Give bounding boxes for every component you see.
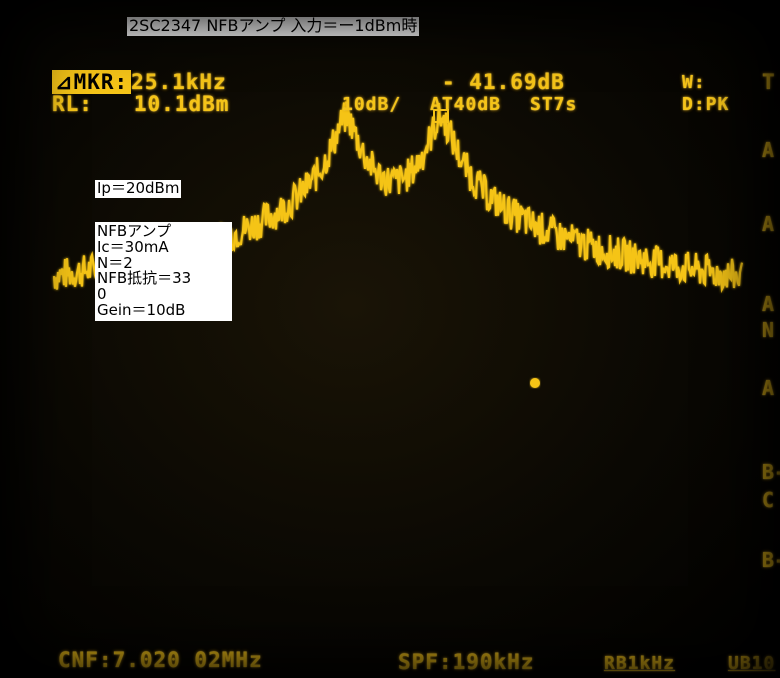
note-line: Gein＝10dB	[97, 300, 186, 319]
span-frequency: SPF:190kHz	[398, 650, 535, 674]
marker-tag: ⊿MKR:	[52, 70, 132, 94]
softkey-label: B-	[762, 548, 780, 572]
softkey-label: B-	[762, 460, 780, 484]
softkey-label: A	[762, 138, 775, 162]
scale-div: 10dB/	[342, 94, 402, 115]
ip-note: Ip＝20dBm	[95, 179, 182, 198]
softkey-label: A	[762, 212, 775, 236]
softkey-label: A	[762, 292, 775, 316]
marker-readout: ⊿MKR: 25.1kHz	[52, 70, 227, 94]
amp-settings-note: NFBアンプ Ic＝30mA N＝2 NFB抵抗＝33 0 Gein＝10dB	[95, 222, 232, 321]
center-frequency: CNF:7.020 02MHz	[58, 648, 263, 672]
softkey-label: C	[762, 488, 775, 512]
sweep-time: ST7s	[530, 94, 578, 115]
rl-label: RL:	[52, 92, 93, 116]
softkey-label: N	[762, 318, 775, 342]
reference-level-value: 10.1dBm	[133, 92, 230, 116]
detector-mode: D:PK	[682, 94, 730, 115]
w-label: W:	[682, 72, 706, 93]
note-line: NFB抵抗＝33	[97, 269, 192, 288]
marker-frequency: 25.1kHz	[131, 70, 227, 94]
reference-level-label: RL: 10.1dBm	[52, 94, 229, 115]
resolution-bandwidth: RB1kHz	[604, 653, 676, 674]
corner-label: T	[762, 70, 776, 94]
marker-level: - 41.69dB	[442, 70, 565, 94]
delta-marker-dot	[530, 378, 540, 388]
video-bandwidth: UB10	[728, 653, 776, 674]
page-title: 2SC2347 NFBアンプ 入力＝ー1dBm時	[127, 16, 420, 36]
softkey-label: A	[762, 376, 775, 400]
attenuation: AT40dB	[430, 94, 502, 115]
